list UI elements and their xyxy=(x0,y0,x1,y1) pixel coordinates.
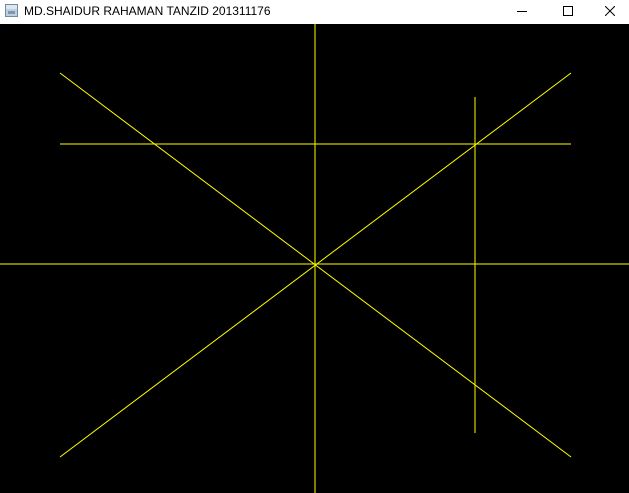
minimize-icon xyxy=(517,11,527,12)
app-window: MD.SHAIDUR RAHAMAN TANZID 201311176 xyxy=(0,0,629,493)
close-button[interactable] xyxy=(591,0,629,22)
application-icon[interactable] xyxy=(5,4,18,17)
drawing-area xyxy=(0,24,629,493)
maximize-icon xyxy=(563,6,573,16)
maximize-button[interactable] xyxy=(545,0,591,22)
title-bar[interactable]: MD.SHAIDUR RAHAMAN TANZID 201311176 xyxy=(0,0,629,24)
close-icon xyxy=(605,6,615,16)
minimize-button[interactable] xyxy=(499,0,545,22)
window-title: MD.SHAIDUR RAHAMAN TANZID 201311176 xyxy=(24,4,271,18)
line-canvas xyxy=(0,24,629,493)
